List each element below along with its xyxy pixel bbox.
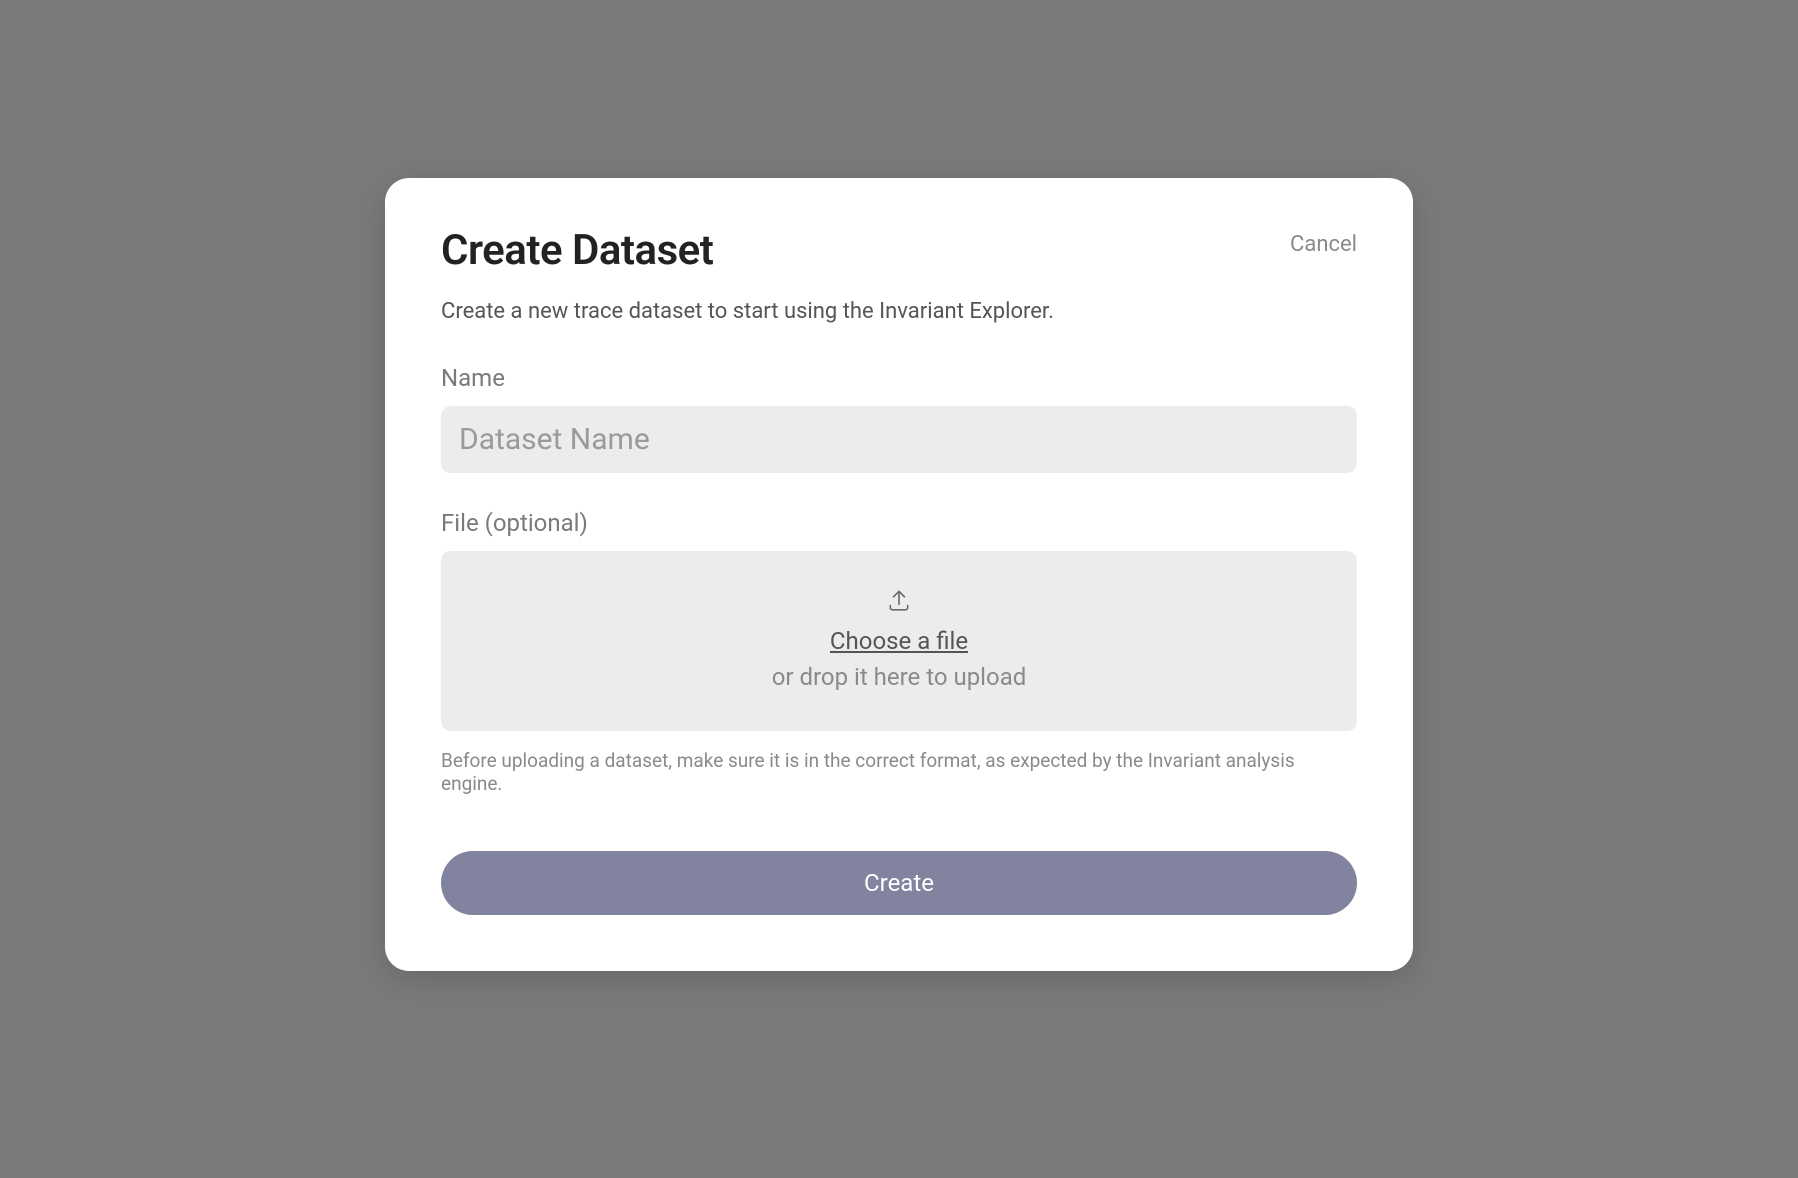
name-field-label: Name bbox=[441, 364, 1357, 392]
modal-title: Create Dataset bbox=[441, 226, 713, 275]
cancel-button[interactable]: Cancel bbox=[1290, 232, 1357, 257]
modal-header: Create Dataset Cancel bbox=[441, 226, 1357, 275]
file-field-label: File (optional) bbox=[441, 509, 1357, 537]
create-button[interactable]: Create bbox=[441, 851, 1357, 915]
create-dataset-modal: Create Dataset Cancel Create a new trace… bbox=[385, 178, 1413, 971]
dataset-name-input[interactable] bbox=[441, 406, 1357, 473]
format-helper-text: Before uploading a dataset, make sure it… bbox=[441, 749, 1357, 795]
modal-description: Create a new trace dataset to start usin… bbox=[441, 299, 1357, 324]
upload-icon bbox=[886, 587, 912, 613]
file-dropzone[interactable]: Choose a file or drop it here to upload bbox=[441, 551, 1357, 731]
drop-hint-text: or drop it here to upload bbox=[772, 663, 1027, 691]
choose-file-link[interactable]: Choose a file bbox=[830, 627, 968, 655]
